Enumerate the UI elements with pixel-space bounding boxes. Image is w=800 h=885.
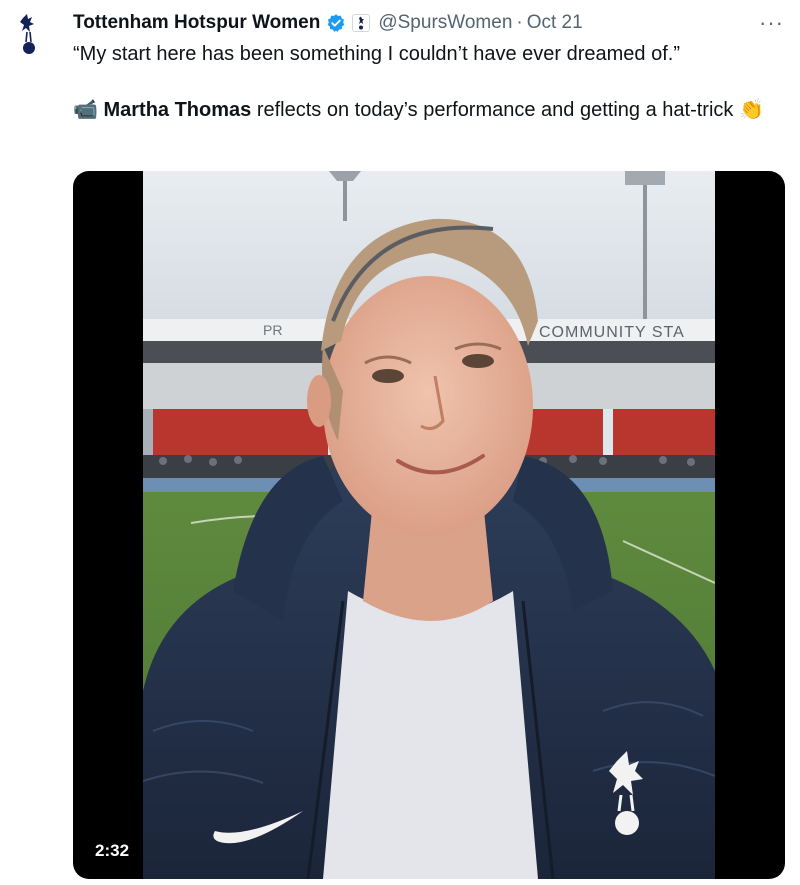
tweet-body: 📹 Martha Thomas reflects on today’s perf…: [73, 96, 773, 124]
tweet-quote: “My start here has been something I coul…: [73, 43, 680, 65]
video-frame[interactable]: PR COMMUNITY STA: [143, 171, 715, 879]
separator: ·: [516, 12, 523, 33]
tweet-text: “My start here has been something I coul…: [73, 40, 773, 124]
cockerel-logo-icon: [20, 14, 35, 54]
video-player[interactable]: PR COMMUNITY STA 2:32: [73, 171, 785, 879]
avatar[interactable]: [14, 12, 44, 56]
player-name: Martha Thomas: [103, 99, 252, 121]
video-duration: 2:32: [87, 837, 138, 865]
affiliate-badge-icon[interactable]: [352, 14, 371, 32]
verified-badge-icon: [326, 13, 346, 33]
clapping-hands-emoji: 👏: [738, 99, 764, 121]
tweet-date[interactable]: Oct 21: [527, 12, 583, 34]
author-handle[interactable]: @SpursWomen: [378, 12, 512, 34]
stadium-sign: COMMUNITY STA: [539, 324, 685, 341]
svg-text:PR: PR: [263, 322, 282, 338]
more-icon[interactable]: ···: [759, 10, 784, 36]
video-thumbnail: PR COMMUNITY STA: [143, 171, 715, 879]
video-camera-emoji: 📹: [73, 99, 98, 121]
tweet-header: Tottenham Hotspur Women @SpursWomen · Oc…: [73, 8, 800, 38]
author-name[interactable]: Tottenham Hotspur Women: [73, 12, 320, 34]
tweet-body-text: reflects on today’s performance and gett…: [251, 99, 739, 121]
